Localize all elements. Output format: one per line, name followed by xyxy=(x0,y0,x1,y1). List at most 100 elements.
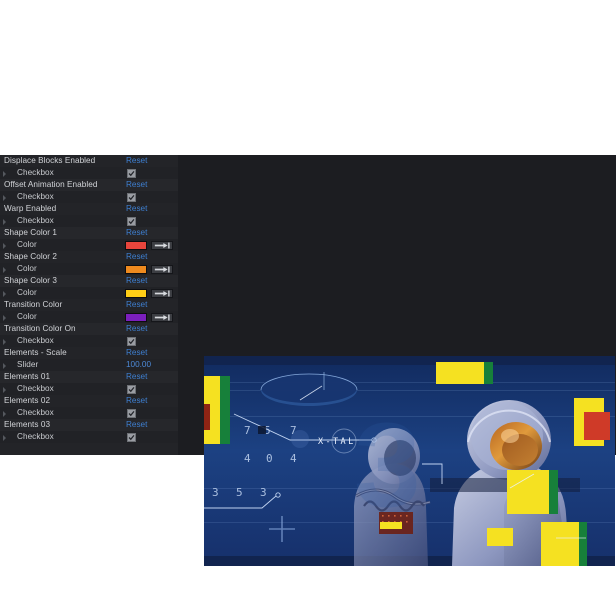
checkmark-icon xyxy=(128,171,135,177)
property-control-row: Checkbox xyxy=(0,383,178,395)
reset-link[interactable]: Reset xyxy=(126,395,147,407)
reset-link[interactable]: Reset xyxy=(126,323,147,335)
reset-link[interactable]: Reset xyxy=(126,299,147,311)
control-label: Checkbox xyxy=(17,192,54,201)
expander-triangle-icon[interactable] xyxy=(3,195,6,201)
svg-text:7: 7 xyxy=(244,424,251,437)
preview-viewport[interactable]: X-TAL 757 404 353 3 xyxy=(204,356,615,566)
control-label: Checkbox xyxy=(17,168,54,177)
reset-link[interactable]: Reset xyxy=(126,347,147,359)
checkmark-icon xyxy=(128,195,135,201)
checkmark-icon xyxy=(128,435,135,441)
control-label: Checkbox xyxy=(17,408,54,417)
arrow-into-bar-icon xyxy=(154,242,170,248)
checkmark-icon xyxy=(128,411,135,417)
property-row: Elements 02 Reset xyxy=(0,395,178,407)
property-control-row: Slider 100.00 xyxy=(0,359,178,371)
apply-color-button[interactable] xyxy=(151,312,173,322)
property-row: Transition Color Reset xyxy=(0,299,178,311)
checkbox-control[interactable] xyxy=(127,409,136,418)
property-label: Warp Enabled xyxy=(4,204,57,213)
expander-triangle-icon[interactable] xyxy=(3,411,6,417)
reset-link[interactable]: Reset xyxy=(126,251,147,263)
control-label: Checkbox xyxy=(17,384,54,393)
apply-color-button[interactable] xyxy=(151,264,173,274)
property-row: Elements - Scale Reset xyxy=(0,347,178,359)
property-control-row: Color xyxy=(0,287,178,299)
property-control-row: Color xyxy=(0,311,178,323)
property-row: Offset Animation Enabled Reset xyxy=(0,179,178,191)
expander-triangle-icon[interactable] xyxy=(3,243,6,249)
checkbox-control[interactable] xyxy=(127,217,136,226)
reset-link[interactable]: Reset xyxy=(126,275,147,287)
property-control-row: Checkbox xyxy=(0,431,178,443)
property-row: Displace Blocks Enabled Reset xyxy=(0,155,178,167)
reset-link[interactable]: Reset xyxy=(126,227,147,239)
reset-link[interactable]: Reset xyxy=(126,179,147,191)
expander-triangle-icon[interactable] xyxy=(3,339,6,345)
property-label: Shape Color 2 xyxy=(4,252,57,261)
property-row: Shape Color 2 Reset xyxy=(0,251,178,263)
properties-panel: Displace Blocks Enabled Reset Checkbox Offs… xyxy=(0,155,178,455)
color-swatch[interactable] xyxy=(125,288,147,298)
svg-text:3: 3 xyxy=(354,398,421,532)
property-row: Elements 01 Reset xyxy=(0,371,178,383)
property-control-row: Checkbox xyxy=(0,407,178,419)
svg-text:7: 7 xyxy=(290,424,297,437)
arrow-into-bar-icon xyxy=(154,314,170,320)
property-label: Elements 02 xyxy=(4,396,51,405)
checkbox-control[interactable] xyxy=(127,193,136,202)
color-swatch[interactable] xyxy=(125,240,147,250)
property-control-row: Color xyxy=(0,239,178,251)
expander-triangle-icon[interactable] xyxy=(3,315,6,321)
color-swatch[interactable] xyxy=(125,312,147,322)
apply-color-button[interactable] xyxy=(151,288,173,298)
property-control-row: Checkbox xyxy=(0,167,178,179)
svg-text:3: 3 xyxy=(212,486,219,499)
checkbox-control[interactable] xyxy=(127,385,136,394)
property-label: Displace Blocks Enabled xyxy=(4,156,96,165)
reset-link[interactable]: Reset xyxy=(126,371,147,383)
property-control-row: Color xyxy=(0,263,178,275)
arrow-into-bar-icon xyxy=(154,266,170,272)
slider-value[interactable]: 100.00 xyxy=(126,359,151,371)
svg-text:4: 4 xyxy=(244,452,251,465)
editor-canvas: Displace Blocks Enabled Reset Checkbox Offs… xyxy=(0,155,616,566)
preview-artwork: X-TAL 757 404 353 3 xyxy=(204,356,615,566)
property-row: Warp Enabled Reset xyxy=(0,203,178,215)
expander-triangle-icon[interactable] xyxy=(3,291,6,297)
property-label: Elements 01 xyxy=(4,372,51,381)
reset-link[interactable]: Reset xyxy=(126,203,147,215)
reset-link[interactable]: Reset xyxy=(126,419,147,431)
checkmark-icon xyxy=(128,339,135,345)
svg-text:5: 5 xyxy=(236,486,243,499)
expander-triangle-icon[interactable] xyxy=(3,435,6,441)
checkmark-icon xyxy=(128,219,135,225)
property-control-row: Checkbox xyxy=(0,191,178,203)
property-row: Elements 03 Reset xyxy=(0,419,178,431)
hud-label: X-TAL xyxy=(318,437,356,447)
reset-link[interactable]: Reset xyxy=(126,155,147,167)
color-swatch[interactable] xyxy=(125,264,147,274)
property-row: Shape Color 1 Reset xyxy=(0,227,178,239)
expander-triangle-icon[interactable] xyxy=(3,219,6,225)
property-label: Transition Color On xyxy=(4,324,76,333)
property-label: Elements 03 xyxy=(4,420,51,429)
control-label: Checkbox xyxy=(17,216,54,225)
property-label: Offset Animation Enabled xyxy=(4,180,98,189)
expander-triangle-icon[interactable] xyxy=(3,387,6,393)
property-control-row: Checkbox xyxy=(0,215,178,227)
expander-triangle-icon[interactable] xyxy=(3,363,6,369)
property-label: Transition Color xyxy=(4,300,63,309)
checkbox-control[interactable] xyxy=(127,169,136,178)
expander-triangle-icon[interactable] xyxy=(3,267,6,273)
property-label: Elements - Scale xyxy=(4,348,67,357)
property-row: Shape Color 3 Reset xyxy=(0,275,178,287)
checkbox-control[interactable] xyxy=(127,337,136,346)
checkbox-control[interactable] xyxy=(127,433,136,442)
svg-text:3: 3 xyxy=(260,486,267,499)
expander-triangle-icon[interactable] xyxy=(3,171,6,177)
property-control-row: Checkbox xyxy=(0,335,178,347)
apply-color-button[interactable] xyxy=(151,240,173,250)
svg-text:0: 0 xyxy=(266,452,273,465)
